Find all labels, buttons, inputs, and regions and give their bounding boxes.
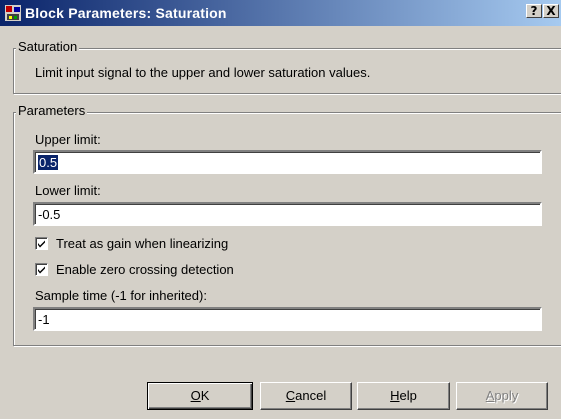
ok-button-label: K <box>200 388 210 403</box>
cancel-button-mnemonic: C <box>285 388 296 403</box>
cancel-button-label: ancel <box>295 388 327 403</box>
block-parameters-dialog: Block Parameters: Saturation ? X Saturat… <box>0 0 561 419</box>
saturation-group-label: Saturation <box>16 39 80 54</box>
help-icon[interactable]: ? <box>526 4 542 18</box>
help-button-label: elp <box>399 388 417 403</box>
lower-limit-label: Lower limit: <box>35 183 101 198</box>
upper-limit-label: Upper limit: <box>35 132 101 147</box>
help-button-mnemonic: H <box>390 388 400 403</box>
checkmark-icon <box>38 240 45 248</box>
zero-crossing-checkbox[interactable] <box>35 263 48 276</box>
treat-as-gain-label: Treat as gain when linearizing <box>56 236 229 251</box>
cancel-button[interactable]: Cancel <box>260 382 352 410</box>
lower-limit-value: -0.5 <box>38 207 61 222</box>
apply-button[interactable]: Apply <box>456 382 548 410</box>
ok-button[interactable]: OK <box>147 382 253 410</box>
sample-time-input[interactable]: -1 <box>33 307 542 331</box>
sample-time-value: -1 <box>38 312 50 327</box>
zero-crossing-label: Enable zero crossing detection <box>56 262 234 277</box>
treat-as-gain-checkbox[interactable] <box>35 237 48 250</box>
block-description: Limit input signal to the upper and lowe… <box>35 65 371 80</box>
close-icon[interactable]: X <box>543 4 559 18</box>
upper-limit-value: 0.5 <box>38 155 59 170</box>
lower-limit-input[interactable]: -0.5 <box>33 202 542 226</box>
ok-button-mnemonic: O <box>190 388 201 403</box>
parameters-group-label: Parameters <box>16 103 88 118</box>
apply-button-label: pply <box>494 388 519 403</box>
simulink-block-icon <box>5 5 21 21</box>
sample-time-label: Sample time (-1 for inherited): <box>35 288 207 303</box>
checkmark-icon <box>38 266 45 274</box>
help-button[interactable]: Help <box>357 382 450 410</box>
dialog-title: Block Parameters: Saturation <box>25 5 227 21</box>
upper-limit-input[interactable]: 0.5 <box>33 150 542 174</box>
title-bar[interactable]: Block Parameters: Saturation ? X <box>0 0 561 26</box>
